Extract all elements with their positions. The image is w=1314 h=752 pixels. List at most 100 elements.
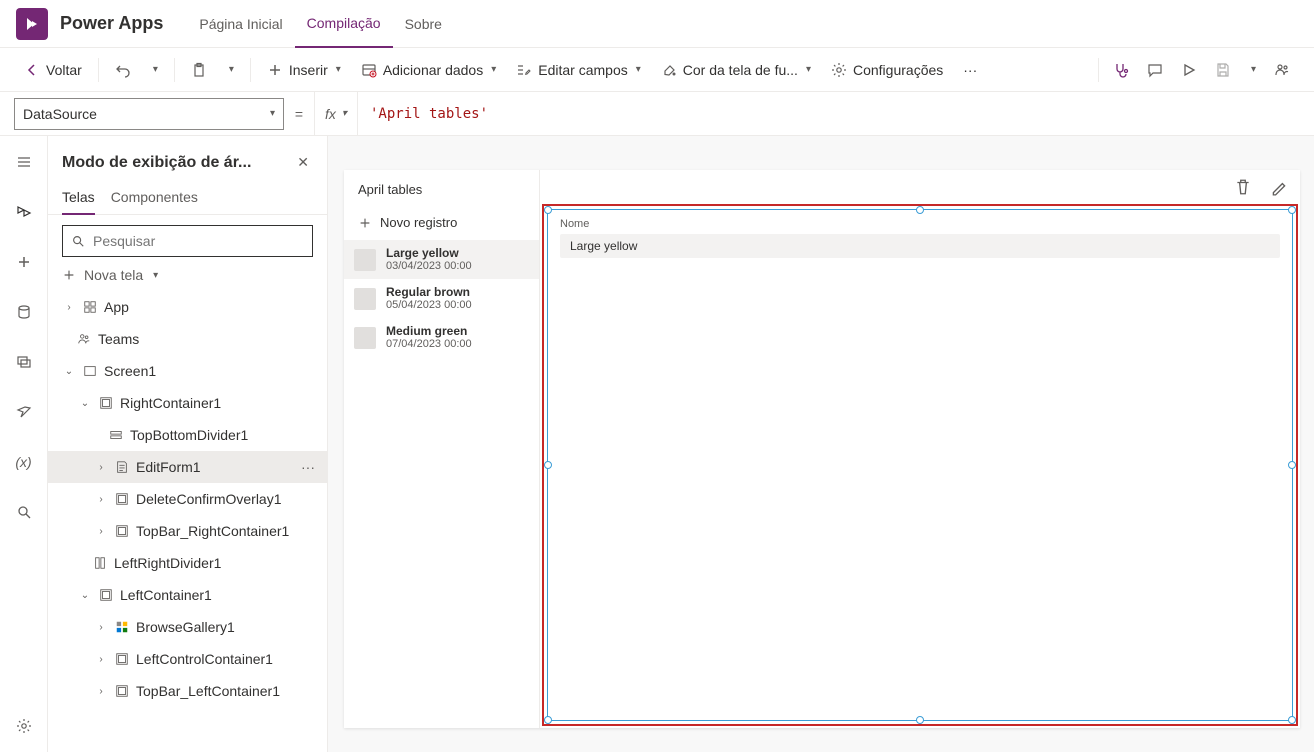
rail-media[interactable] xyxy=(8,346,40,378)
paste-split[interactable]: ▾ xyxy=(219,54,242,86)
resize-handle[interactable] xyxy=(1288,716,1296,724)
fx-button[interactable]: fx ▾ xyxy=(314,92,358,136)
close-icon[interactable]: ✕ xyxy=(293,150,313,175)
node-leftright[interactable]: LeftRightDivider1 xyxy=(48,547,327,579)
settings-button[interactable]: Configurações xyxy=(823,54,951,86)
node-screen1[interactable]: ⌄ Screen1 xyxy=(48,355,327,387)
property-dropdown[interactable]: DataSource ▾ xyxy=(14,98,284,130)
resize-handle[interactable] xyxy=(916,206,924,214)
back-button[interactable]: Voltar xyxy=(16,54,90,86)
separator xyxy=(174,58,175,82)
node-teams[interactable]: Teams xyxy=(48,323,327,355)
app-icon xyxy=(82,299,98,315)
tree-list: › App Teams ⌄ Screen1 ⌄ RightContainer1 … xyxy=(48,291,327,752)
rail-settings[interactable] xyxy=(8,710,40,742)
chevron-right-icon: › xyxy=(94,492,108,506)
rail-flow[interactable] xyxy=(8,396,40,428)
rail-search[interactable] xyxy=(8,496,40,528)
rail-variables[interactable]: (x) xyxy=(8,446,40,478)
field-label: Nome xyxy=(560,218,1280,230)
delete-icon[interactable] xyxy=(1234,178,1252,196)
undo-split[interactable]: ▾ xyxy=(143,54,166,86)
preview-button[interactable] xyxy=(1173,54,1205,86)
command-bar: Voltar ▾ ▾ Inserir ▾ Adicionar dados ▾ E… xyxy=(0,48,1314,92)
node-editform[interactable]: › EditForm1 ··· xyxy=(48,451,327,483)
node-label: App xyxy=(104,299,319,315)
node-topbar-right[interactable]: › TopBar_RightContainer1 xyxy=(48,515,327,547)
insert-button[interactable]: Inserir ▾ xyxy=(259,54,349,86)
save-button[interactable] xyxy=(1207,54,1239,86)
node-topbottom[interactable]: TopBottomDivider1 xyxy=(48,419,327,451)
edit-icon[interactable] xyxy=(1270,178,1288,196)
node-app[interactable]: › App xyxy=(48,291,327,323)
chevron-right-icon: › xyxy=(94,460,108,474)
property-label: DataSource xyxy=(23,106,97,122)
top-nav: Power Apps Página Inicial Compilação Sob… xyxy=(0,0,1314,48)
resize-handle[interactable] xyxy=(544,461,552,469)
node-label: DeleteConfirmOverlay1 xyxy=(136,491,319,507)
canvas-right-column: Nome Large yellow xyxy=(540,170,1300,728)
app-logo xyxy=(16,8,48,40)
thumbnail xyxy=(354,327,376,349)
edit-fields-button[interactable]: Editar campos ▾ xyxy=(508,54,649,86)
overflow-button[interactable]: ··· xyxy=(955,54,985,86)
list-title: April tables xyxy=(344,170,539,209)
resize-handle[interactable] xyxy=(916,716,924,724)
canvas-left-column: April tables Novo registro Large yellow … xyxy=(344,170,540,728)
search-input[interactable] xyxy=(93,233,304,249)
tab-about[interactable]: Sobre xyxy=(393,0,454,48)
rail-tree[interactable] xyxy=(8,196,40,228)
list-item[interactable]: Regular brown 05/04/2023 00:00 xyxy=(344,279,539,318)
app-canvas[interactable]: April tables Novo registro Large yellow … xyxy=(344,170,1300,728)
thumbnail xyxy=(354,249,376,271)
rail-insert[interactable] xyxy=(8,246,40,278)
item-date: 05/04/2023 00:00 xyxy=(386,299,472,312)
resize-handle[interactable] xyxy=(1288,461,1296,469)
comments-button[interactable] xyxy=(1139,54,1171,86)
node-topbar-left[interactable]: › TopBar_LeftContainer1 xyxy=(48,675,327,707)
node-deleteconfirm[interactable]: › DeleteConfirmOverlay1 xyxy=(48,483,327,515)
back-label: Voltar xyxy=(46,62,82,78)
tree-search[interactable] xyxy=(62,225,313,257)
bg-color-button[interactable]: Cor da tela de fu... ▾ xyxy=(653,54,819,86)
undo-button[interactable] xyxy=(107,54,139,86)
resize-handle[interactable] xyxy=(1288,206,1296,214)
node-browse[interactable]: › BrowseGallery1 xyxy=(48,611,327,643)
rail-data[interactable] xyxy=(8,296,40,328)
more-icon[interactable]: ··· xyxy=(297,459,319,475)
node-left-container[interactable]: ⌄ LeftContainer1 xyxy=(48,579,327,611)
publish-button[interactable] xyxy=(1266,54,1298,86)
paste-button[interactable] xyxy=(183,54,215,86)
more-icon: ··· xyxy=(963,62,977,78)
resize-handle[interactable] xyxy=(544,206,552,214)
formula-input[interactable]: 'April tables' xyxy=(358,106,1314,122)
settings-label: Configurações xyxy=(853,62,943,78)
canvas-area: April tables Novo registro Large yellow … xyxy=(328,136,1314,752)
checker-button[interactable] xyxy=(1105,54,1137,86)
item-name: Medium green xyxy=(386,324,472,338)
container-icon xyxy=(98,587,114,603)
node-leftctrl[interactable]: › LeftControlContainer1 xyxy=(48,643,327,675)
node-right-container[interactable]: ⌄ RightContainer1 xyxy=(48,387,327,419)
chevron-down-icon: ▾ xyxy=(636,64,641,75)
tree-tab-screens[interactable]: Telas xyxy=(62,181,95,215)
tree-tab-components[interactable]: Componentes xyxy=(111,181,198,214)
node-label: TopBar_RightContainer1 xyxy=(136,523,319,539)
chevron-down-icon: ▾ xyxy=(1251,64,1256,75)
resize-handle[interactable] xyxy=(544,716,552,724)
item-name: Regular brown xyxy=(386,285,472,299)
list-item[interactable]: Medium green 07/04/2023 00:00 xyxy=(344,318,539,357)
save-split[interactable]: ▾ xyxy=(1241,54,1264,86)
list-item[interactable]: Large yellow 03/04/2023 00:00 xyxy=(344,240,539,279)
chat-icon xyxy=(1147,62,1163,78)
tab-build[interactable]: Compilação xyxy=(295,0,393,48)
plus-icon xyxy=(267,62,283,78)
new-screen-button[interactable]: Nova tela ▾ xyxy=(48,267,327,291)
node-label: RightContainer1 xyxy=(120,395,319,411)
add-data-button[interactable]: Adicionar dados ▾ xyxy=(353,54,504,86)
chevron-down-icon: ▾ xyxy=(336,64,341,75)
new-record-button[interactable]: Novo registro xyxy=(344,209,539,240)
rail-hamburger[interactable] xyxy=(8,146,40,178)
tab-home[interactable]: Página Inicial xyxy=(187,0,294,48)
field-value[interactable]: Large yellow xyxy=(560,234,1280,258)
